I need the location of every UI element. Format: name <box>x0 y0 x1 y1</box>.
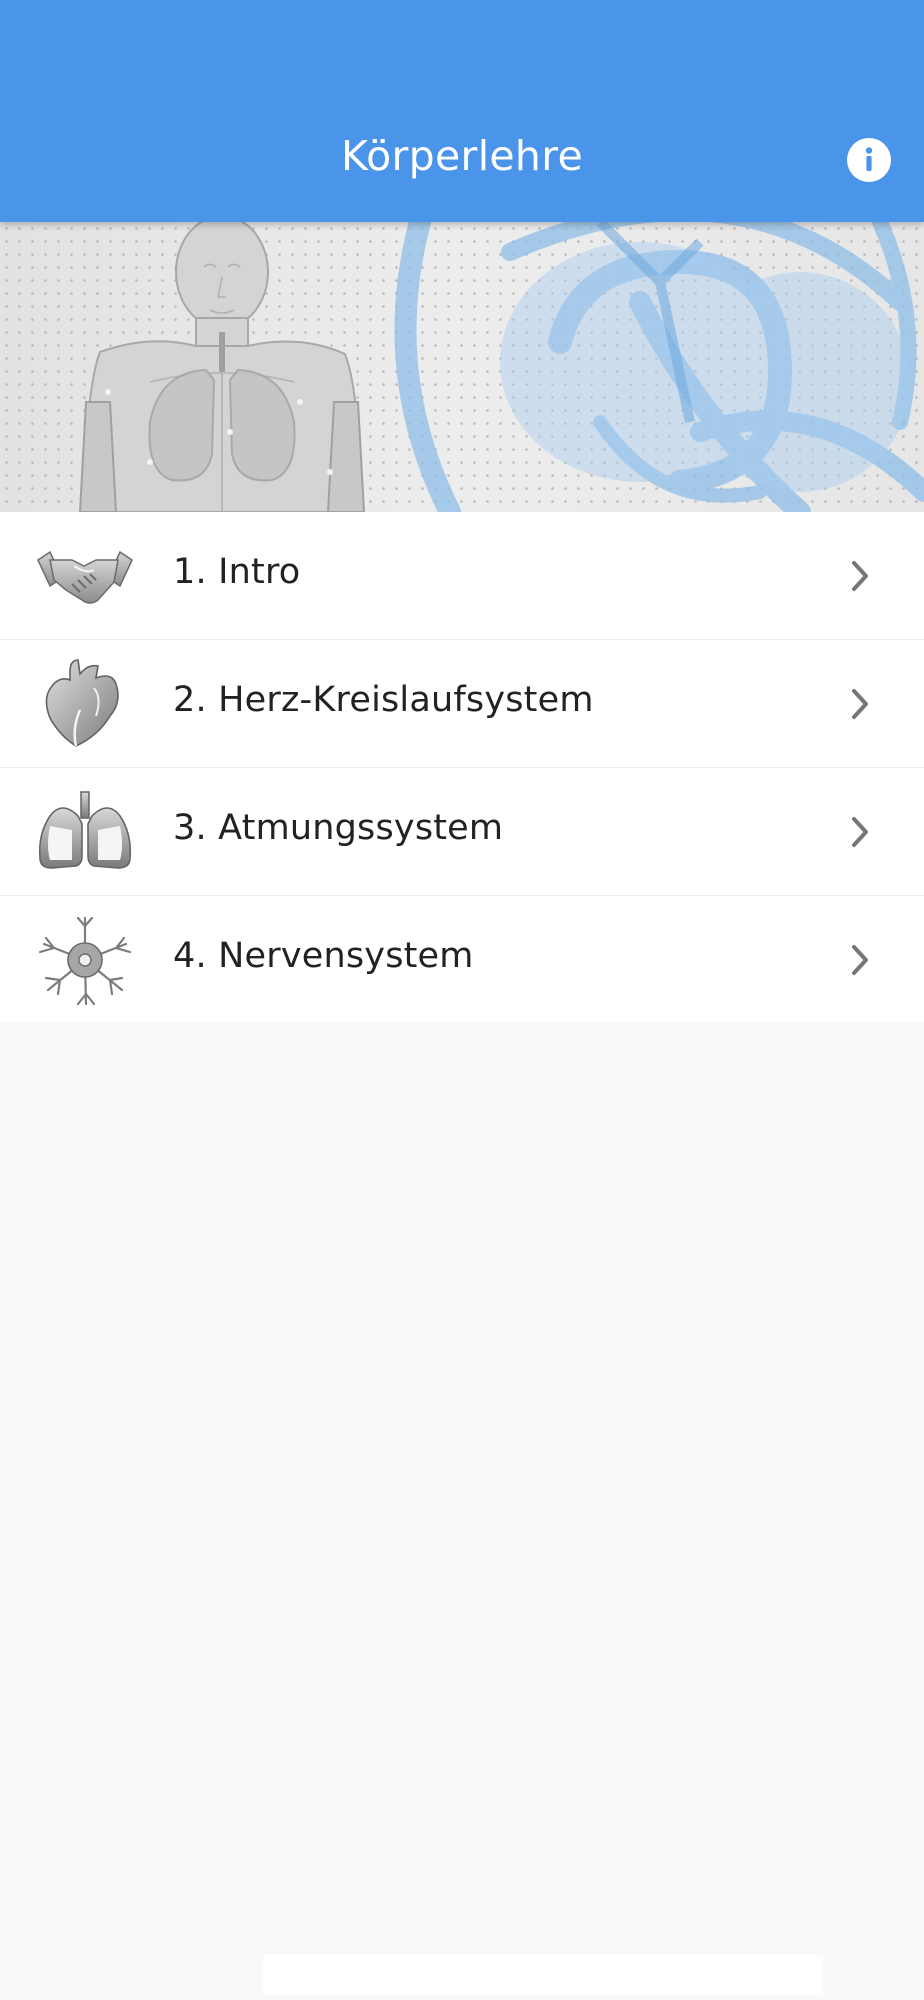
list-item-nervous[interactable]: 4. Nervensystem <box>0 896 924 1023</box>
list-item-cardiovascular[interactable]: 2. Herz-Kreislaufsystem <box>0 640 924 768</box>
list-item-label: 1. Intro <box>173 552 301 592</box>
list-item-label: 2. Herz-Kreislaufsystem <box>173 680 594 720</box>
anatomy-illustration <box>0 222 924 512</box>
list-item-label: 4. Nervensystem <box>173 936 474 976</box>
lungs-icon <box>36 786 134 878</box>
chapter-list: 1. Intro 2. Herz-Kreislaufsystem 3. Atmu… <box>0 512 924 1023</box>
chevron-right-icon <box>848 558 874 594</box>
app-bar: Körperlehre <box>0 0 924 222</box>
list-item-label: 3. Atmungssystem <box>173 808 504 848</box>
list-item-respiratory[interactable]: 3. Atmungssystem <box>0 768 924 896</box>
list-item-intro[interactable]: 1. Intro <box>0 512 924 640</box>
chevron-right-icon <box>848 942 874 978</box>
anatomy-banner <box>0 222 924 512</box>
neuron-icon <box>36 914 134 1006</box>
info-button[interactable] <box>847 138 891 182</box>
page-title: Körperlehre <box>341 132 583 180</box>
handshake-icon <box>36 530 134 622</box>
info-icon <box>865 147 873 171</box>
chevron-right-icon <box>848 814 874 850</box>
heart-icon <box>36 658 134 750</box>
chevron-right-icon <box>848 686 874 722</box>
bottom-bar <box>263 1955 823 1995</box>
